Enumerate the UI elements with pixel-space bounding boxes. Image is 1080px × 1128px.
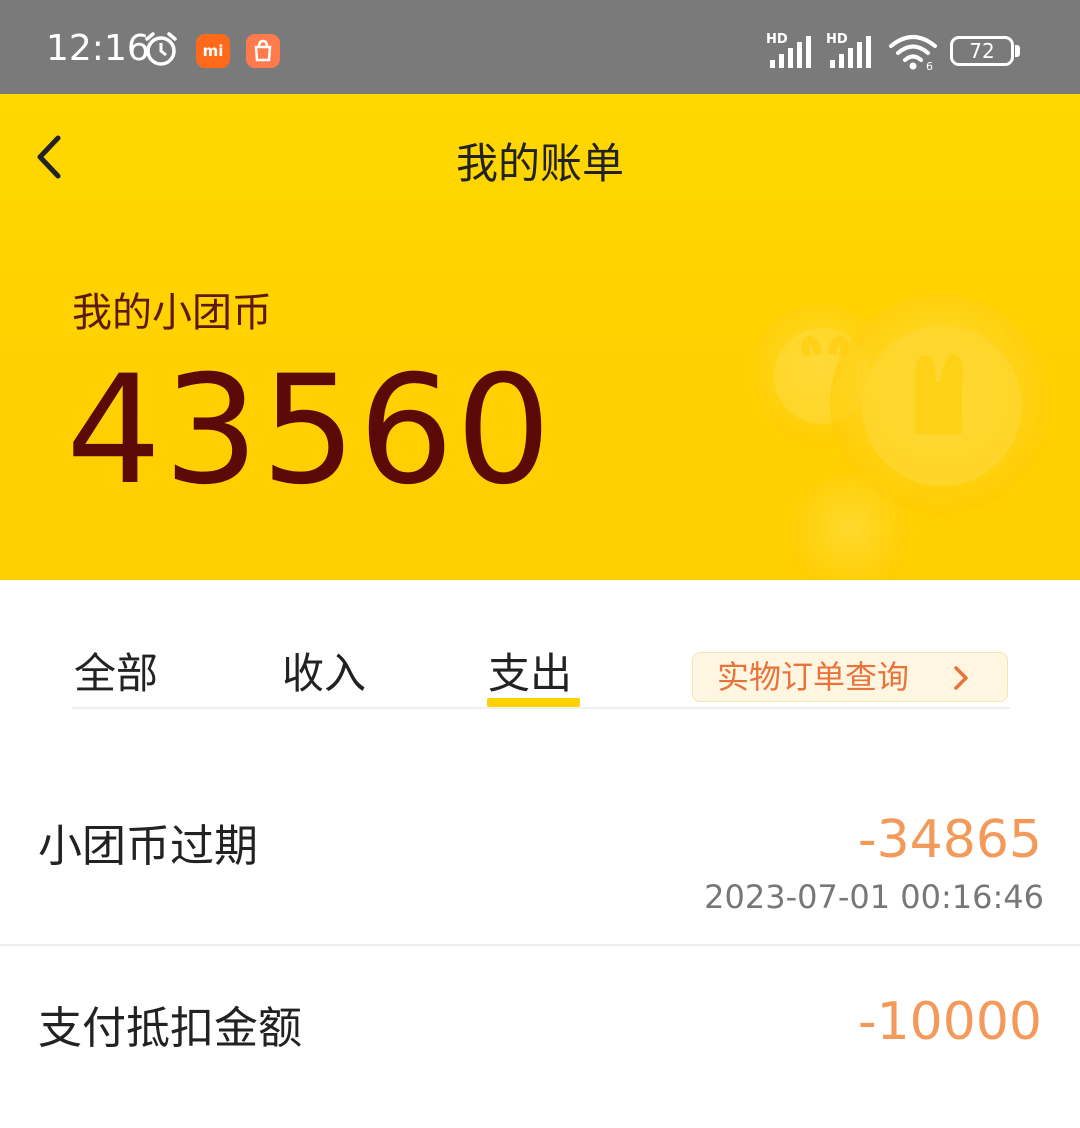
coin-balance-value: 43560 bbox=[66, 344, 554, 518]
physical-order-query-button[interactable]: 实物订单查询 bbox=[692, 652, 1008, 702]
divider bbox=[72, 707, 1010, 709]
xiaomi-app-icon: mi bbox=[196, 34, 230, 68]
page-title: 我的账单 bbox=[455, 139, 624, 188]
alarm-icon bbox=[145, 32, 177, 66]
transaction-title: 小团币过期 bbox=[38, 821, 258, 872]
transaction-row[interactable]: 支付抵扣金额 -10000 bbox=[0, 948, 1080, 1128]
svg-text:HD: HD bbox=[826, 32, 848, 47]
coin-balance-header: 我的账单 我的小团币 43560 bbox=[0, 94, 1080, 580]
coin-balance-label: 我的小团币 bbox=[72, 290, 272, 336]
svg-text:6: 6 bbox=[926, 60, 933, 72]
chevron-right-icon bbox=[954, 666, 968, 690]
transaction-amount: -10000 bbox=[857, 992, 1042, 1052]
bill-filter-tabs: 全部 收入 支出 实物订单查询 bbox=[0, 580, 1080, 710]
coins-illustration bbox=[750, 294, 1050, 580]
tab-income[interactable]: 收入 bbox=[282, 640, 366, 701]
status-bar: 12:16 mi HD HD 6 72 bbox=[0, 0, 1080, 94]
battery-level: 72 bbox=[969, 39, 995, 63]
battery-icon: 72 bbox=[950, 36, 1014, 66]
cell-signal-icon: HD bbox=[826, 32, 871, 68]
tab-all[interactable]: 全部 bbox=[74, 640, 158, 701]
transaction-row[interactable]: 小团币过期 -34865 2023-07-01 00:16:46 bbox=[0, 766, 1080, 946]
divider bbox=[0, 944, 1080, 946]
transaction-title: 支付抵扣金额 bbox=[38, 1003, 302, 1054]
physical-order-query-label: 实物订单查询 bbox=[717, 658, 910, 696]
tab-expense[interactable]: 支出 bbox=[488, 640, 572, 701]
shop-app-icon bbox=[246, 34, 280, 68]
cell-signal-icon: HD bbox=[766, 32, 811, 68]
transaction-time: 2023-07-01 00:16:46 bbox=[704, 878, 1044, 916]
wifi-icon: 6 bbox=[889, 35, 937, 72]
transaction-amount: -34865 bbox=[857, 810, 1042, 870]
svg-text:HD: HD bbox=[766, 32, 788, 47]
tab-active-indicator bbox=[487, 698, 580, 707]
battery-tip bbox=[1015, 45, 1020, 57]
status-time: 12:16 bbox=[46, 28, 150, 69]
